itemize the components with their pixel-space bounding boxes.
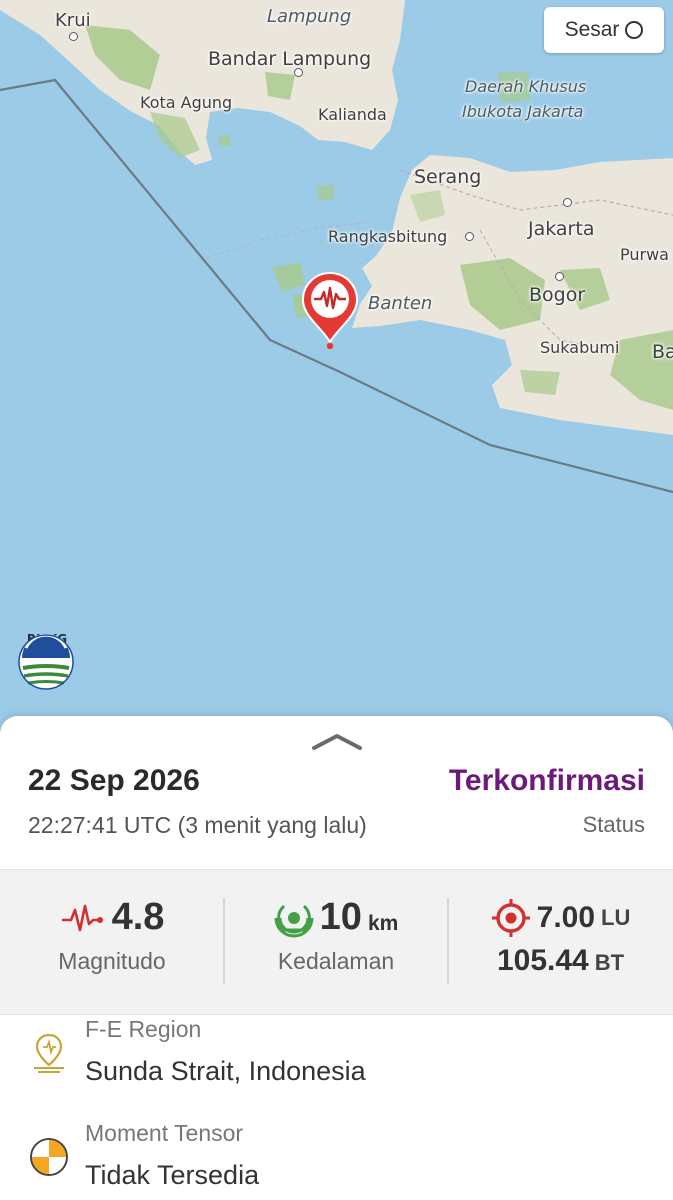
map-label-sukabumi: Sukabumi [540, 338, 620, 357]
map-label-bogor: Bogor [529, 284, 586, 306]
magnitude-label: Magnitudo [58, 948, 166, 974]
toggle-off-icon [625, 21, 644, 39]
depth-stat: 10 km Kedalaman [224, 870, 448, 1014]
longitude-value: 105.44 [496, 944, 589, 977]
status-label: Status [582, 812, 645, 837]
map-label-dki-line2: Ibukota Jakarta [462, 102, 584, 121]
depth-value: 10 [319, 896, 362, 938]
epicenter-marker[interactable] [300, 270, 360, 350]
map-label-kota-agung: Kota Agung [140, 93, 233, 112]
map-label-krui: Krui [55, 10, 91, 31]
map-label-serang: Serang [414, 166, 482, 188]
fault-toggle-label: Sesar [564, 18, 620, 41]
map-label-kalianda: Kalianda [318, 105, 387, 124]
region-row: F-E Region Sunda Strait, Indonesia [0, 1016, 673, 1116]
magnitude-stat: 4.8 Magnitudo [0, 870, 224, 1014]
depth-ripple-icon [274, 904, 314, 937]
latitude-unit: LU [601, 905, 631, 930]
target-icon [491, 899, 530, 937]
latitude-value: 7.00 [536, 901, 596, 934]
stats-bar: 4.8 Magnitudo 10 km Kedalaman 7.00 LU 10… [0, 869, 673, 1015]
longitude-row: 105.44 BT [448, 944, 673, 978]
chevron-up-icon [312, 734, 362, 750]
fault-toggle-button[interactable]: Sesar [544, 7, 664, 53]
beachball-icon [30, 1138, 68, 1176]
map-label-purwa: Purwa [620, 245, 669, 264]
moment-tensor-value: Tidak Tersedia [85, 1160, 260, 1190]
map-city-marker [563, 198, 572, 207]
map-label-jakarta: Jakarta [528, 218, 595, 240]
seismograph-icon [61, 904, 103, 931]
region-value: Sunda Strait, Indonesia [85, 1056, 366, 1086]
event-time: 22:27:41 UTC [28, 812, 172, 838]
depth-label: Kedalaman [277, 948, 395, 974]
map-label-bandar-lampung: Bandar Lampung [208, 48, 372, 70]
location-pin-icon [34, 1033, 64, 1073]
magnitude-value: 4.8 [111, 896, 165, 938]
longitude-unit: BT [594, 950, 625, 975]
map-city-marker [555, 272, 564, 281]
moment-tensor-label: Moment Tensor [85, 1120, 244, 1146]
sheet-expand-handle[interactable] [310, 730, 364, 752]
map-city-marker [294, 68, 303, 77]
status-value: Terkonfirmasi [448, 764, 645, 797]
region-label: F-E Region [85, 1016, 202, 1042]
event-time-row: 22:27:41 UTC (3 menit yang lalu) [28, 812, 367, 839]
map-city-marker [69, 32, 78, 41]
map-label-ba: Ba [652, 341, 673, 363]
map-label-rangkasbitung: Rangkasbitung [328, 227, 448, 246]
event-detail-sheet: 22 Sep 2026 Terkonfirmasi 22:27:41 UTC (… [0, 716, 673, 1200]
map-label-banten: Banten [368, 293, 433, 314]
event-relative-time: (3 menit yang lalu) [177, 812, 367, 838]
location-stat: 7.00 LU 105.44 BT [448, 870, 673, 1014]
depth-unit: km [367, 911, 399, 935]
map-city-marker [465, 232, 474, 241]
map-label-lampung: Lampung [267, 6, 352, 27]
bmkg-emblem-icon [18, 634, 74, 690]
bmkg-logo: BMKG [18, 632, 76, 690]
map-label-dki-line1: Daerah Khusus [465, 77, 587, 96]
moment-tensor-row: Moment Tensor Tidak Tersedia [0, 1120, 673, 1200]
map-view[interactable]: Krui Lampung Bandar Lampung Kota Agung K… [0, 0, 673, 740]
event-date: 22 Sep 2026 [28, 764, 200, 797]
